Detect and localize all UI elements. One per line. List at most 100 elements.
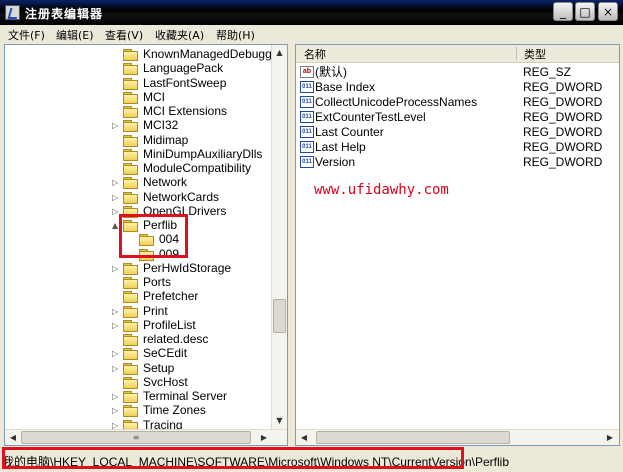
expand-icon[interactable]: ▷ <box>112 119 118 133</box>
column-divider[interactable] <box>516 47 517 60</box>
value-name: Last Counter <box>315 125 384 139</box>
menu-file[interactable]: 文件(F) <box>8 27 45 43</box>
value-type: REG_DWORD <box>523 155 603 169</box>
folder-icon <box>123 405 138 418</box>
folder-icon <box>123 91 138 104</box>
expand-icon[interactable]: ▷ <box>112 390 118 404</box>
scroll-right-arrow-icon[interactable]: ▶ <box>256 430 272 445</box>
list-hscroll-thumb[interactable] <box>316 431 510 444</box>
folder-icon <box>123 77 138 90</box>
folder-icon <box>123 120 138 133</box>
scroll-up-arrow-icon[interactable]: ▲ <box>272 45 287 61</box>
folder-icon <box>123 319 138 332</box>
maximize-button[interactable]: □ <box>575 2 595 21</box>
tree-item-label: SvcHost <box>143 374 188 389</box>
expand-icon[interactable]: ▷ <box>112 319 118 333</box>
value-row[interactable]: ab (默认) REG_SZ <box>300 65 615 80</box>
list-horizontal-scrollbar[interactable]: ◀ ▶ <box>296 429 619 445</box>
folder-icon <box>123 305 138 318</box>
column-type-header[interactable]: 类型 <box>524 46 546 62</box>
tree-item-label: ModuleCompatibility <box>143 161 252 175</box>
tree-item-label: SeCEdit <box>143 346 188 361</box>
tree-hscroll-thumb[interactable]: ≡ <box>21 431 251 444</box>
value-row[interactable]: 011 Version REG_DWORD <box>300 155 615 170</box>
regedit-icon <box>5 5 20 20</box>
value-type: REG_DWORD <box>523 125 603 139</box>
value-type: REG_DWORD <box>523 95 603 109</box>
folder-icon <box>123 376 138 389</box>
collapse-icon[interactable]: ▲ <box>112 219 118 233</box>
tree-item-label: ProfileList <box>143 317 196 332</box>
menu-edit[interactable]: 编辑(E) <box>56 27 94 43</box>
menu-help[interactable]: 帮助(H) <box>216 27 255 43</box>
folder-icon <box>123 348 138 361</box>
value-list[interactable]: 名称 类型 ab (默认) REG_SZ 011 Base Index REG_DWORD… <box>295 44 620 446</box>
scroll-left-arrow-icon[interactable]: ◀ <box>296 430 312 445</box>
value-row[interactable]: 011 Last Counter REG_DWORD <box>300 125 615 140</box>
value-name: Last Help <box>315 140 366 154</box>
tree-horizontal-scrollbar[interactable]: ◀ ≡ ▶ <box>5 429 287 445</box>
value-name: (默认) <box>315 65 347 79</box>
tree-item-label: related.desc <box>143 332 209 346</box>
folder-icon <box>123 262 138 275</box>
tree-item-label: Setup <box>143 360 175 375</box>
folder-icon <box>123 334 138 346</box>
expand-icon[interactable]: ▷ <box>112 362 118 376</box>
dword-value-icon: 011 <box>300 96 314 108</box>
expand-icon[interactable]: ▷ <box>112 404 118 418</box>
tree-item-label: Prefetcher <box>143 289 199 304</box>
menu-view[interactable]: 查看(V) <box>105 27 143 43</box>
tree-item-label: MiniDumpAuxiliaryDlls <box>143 146 263 161</box>
value-name: Base Index <box>315 80 376 94</box>
expand-icon[interactable]: ▷ <box>112 191 118 205</box>
scroll-left-arrow-icon[interactable]: ◀ <box>5 430 21 445</box>
tree-item-label: KnownManagedDebugging <box>143 47 288 61</box>
tree-vertical-scrollbar[interactable]: ▲ ▼ <box>271 45 287 445</box>
title-bar: 注册表编辑器 _ □ × <box>0 0 623 25</box>
folder-icon <box>123 63 138 76</box>
menu-favorites[interactable]: 收藏夹(A) <box>155 27 204 43</box>
expand-icon[interactable]: ▷ <box>112 176 118 190</box>
tree-item-label: Midimap <box>143 132 189 147</box>
value-row[interactable]: 011 ExtCounterTestLevel REG_DWORD <box>300 110 615 125</box>
folder-icon <box>123 106 138 118</box>
value-row[interactable]: 011 Last Help REG_DWORD <box>300 140 615 155</box>
window-title: 注册表编辑器 <box>25 7 104 21</box>
folder-icon <box>123 191 138 204</box>
value-type: REG_DWORD <box>523 140 603 154</box>
folder-icon <box>123 177 138 190</box>
tree-item-label: MCI32 <box>143 118 179 133</box>
expand-icon[interactable]: ▷ <box>112 262 118 276</box>
expand-icon[interactable]: ▷ <box>112 205 118 219</box>
perflib-highlight-box <box>119 214 188 258</box>
expand-icon[interactable]: ▷ <box>112 305 118 319</box>
tree-item-label: Network <box>143 175 188 190</box>
dword-value-icon: 011 <box>300 81 314 93</box>
tree-item-label: Print <box>143 303 168 318</box>
value-name: Version <box>315 155 356 169</box>
value-name: ExtCounterTestLevel <box>315 110 426 124</box>
value-name: CollectUnicodeProcessNames <box>315 95 478 109</box>
column-name-header[interactable]: 名称 <box>304 46 326 62</box>
value-type: REG_DWORD <box>523 110 603 124</box>
tree-item-label: Time Zones <box>143 403 206 418</box>
folder-icon <box>123 391 138 403</box>
tree-item-label: Terminal Server <box>143 389 228 403</box>
expand-icon[interactable]: ▷ <box>112 347 118 361</box>
close-button[interactable]: × <box>598 2 618 21</box>
folder-icon <box>123 49 138 61</box>
tree-item-label: MCI <box>143 89 165 104</box>
folder-icon <box>123 163 138 175</box>
minimize-button[interactable]: _ <box>553 2 573 21</box>
scroll-right-arrow-icon[interactable]: ▶ <box>602 430 618 445</box>
folder-icon <box>123 362 138 375</box>
list-header: 名称 类型 <box>296 45 619 63</box>
tree-item-label: LanguagePack <box>143 61 224 76</box>
watermark-text: www.ufidawhy.com <box>314 182 449 198</box>
value-row[interactable]: 011 Base Index REG_DWORD <box>300 80 615 95</box>
dword-value-icon: 011 <box>300 141 314 153</box>
tree-scroll-thumb[interactable] <box>273 299 286 333</box>
string-value-icon: ab <box>300 66 314 78</box>
value-row[interactable]: 011 CollectUnicodeProcessNames REG_DWORD <box>300 95 615 110</box>
scroll-down-arrow-icon[interactable]: ▼ <box>272 413 287 429</box>
